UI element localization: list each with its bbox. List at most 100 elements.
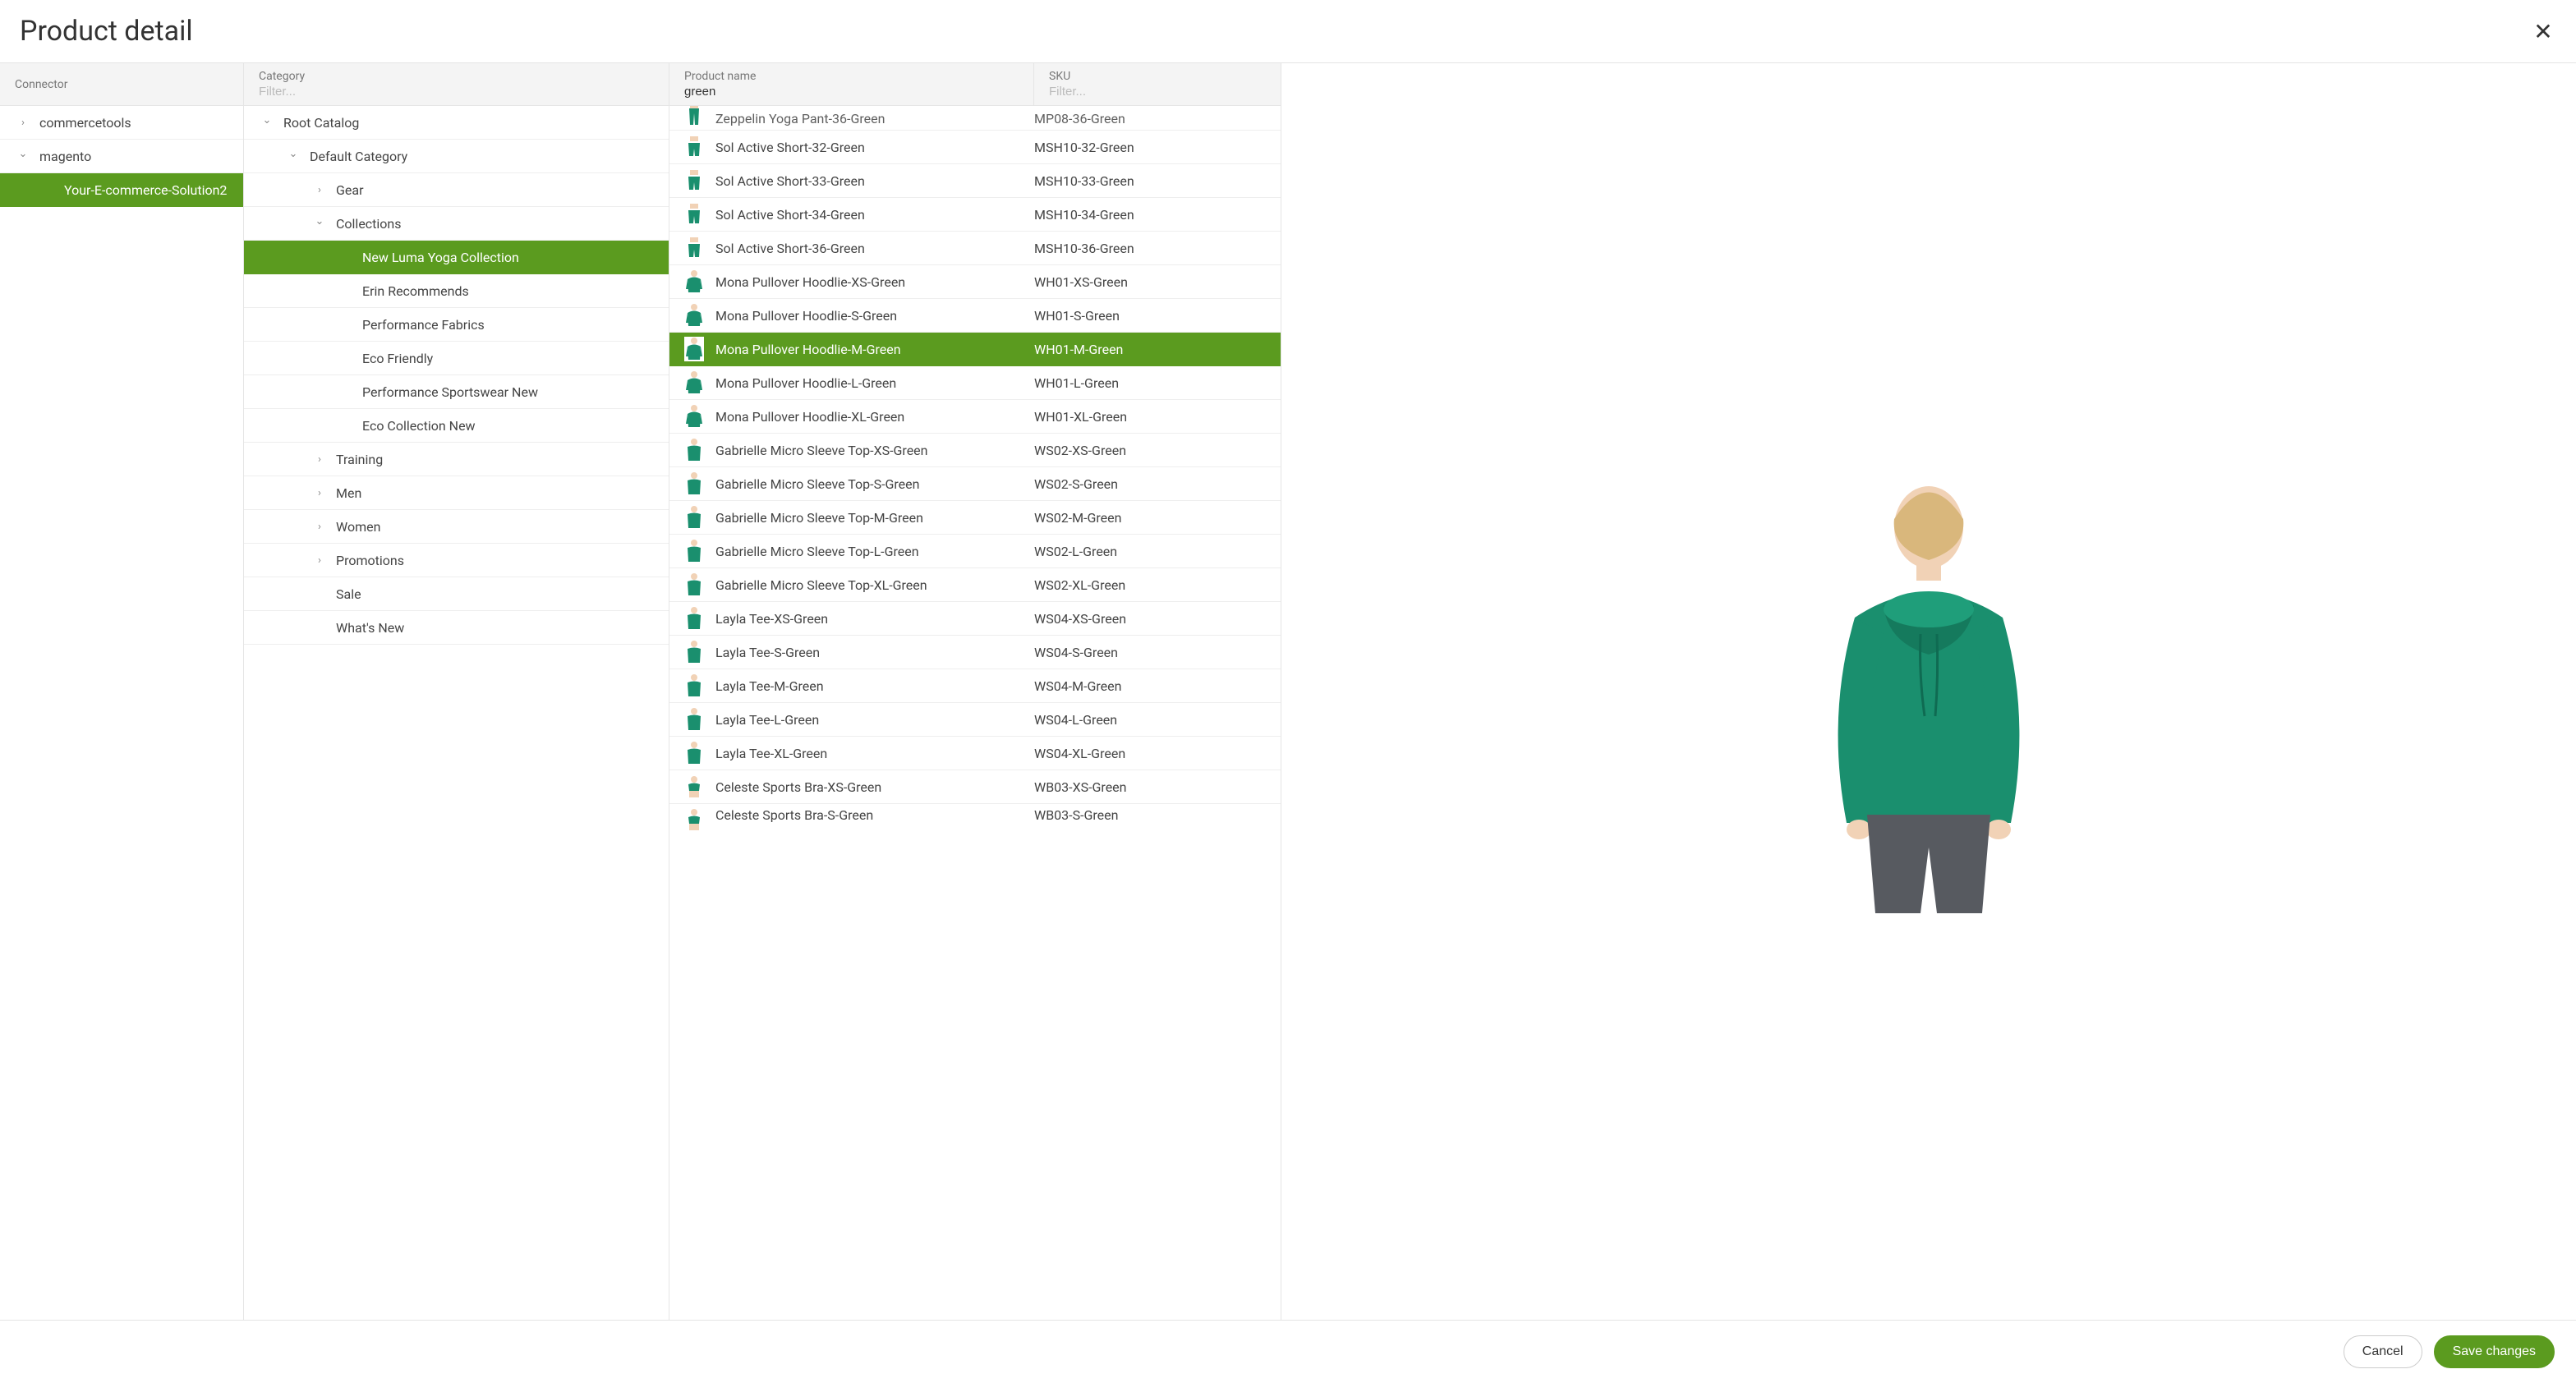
connector-item[interactable]: ⌄magento <box>0 140 243 173</box>
product-row[interactable]: Mona Pullover Hoodlie-S-GreenWH01-S-Gree… <box>669 299 1281 333</box>
product-row[interactable]: Sol Active Short-34-GreenMSH10-34-Green <box>669 198 1281 232</box>
product-row[interactable]: Sol Active Short-36-GreenMSH10-36-Green <box>669 232 1281 265</box>
product-thumb-icon <box>684 370 704 395</box>
category-item[interactable]: ›Women <box>244 510 669 544</box>
cancel-button[interactable]: Cancel <box>2344 1335 2422 1368</box>
product-name: Gabrielle Micro Sleeve Top-S-Green <box>715 476 1034 492</box>
product-name: Gabrielle Micro Sleeve Top-L-Green <box>715 544 1034 559</box>
product-sku: WS02-XS-Green <box>1034 443 1266 458</box>
product-row[interactable]: Layla Tee-S-GreenWS04-S-Green <box>669 636 1281 669</box>
product-sku: WS04-S-Green <box>1034 645 1266 660</box>
chevron-right-icon: › <box>311 184 328 196</box>
product-row[interactable]: Gabrielle Micro Sleeve Top-S-GreenWS02-S… <box>669 467 1281 501</box>
chevron-right-icon: › <box>311 554 328 567</box>
product-row[interactable]: Celeste Sports Bra-S-GreenWB03-S-Green <box>669 804 1281 832</box>
category-item[interactable]: Eco Friendly <box>244 342 669 375</box>
product-thumb-icon <box>684 337 704 361</box>
product-sku: WS02-XL-Green <box>1034 577 1266 593</box>
product-thumb-icon <box>684 236 704 260</box>
product-thumb-icon <box>684 202 704 227</box>
product-row[interactable]: Mona Pullover Hoodlie-XS-GreenWH01-XS-Gr… <box>669 265 1281 299</box>
product-column: Product name SKU Zeppelin Yoga Pant-36-G… <box>669 63 1281 1320</box>
connector-item[interactable]: Your-E-commerce-Solution2 <box>0 173 243 207</box>
chevron-down-icon: ⌄ <box>311 215 328 227</box>
connector-item[interactable]: ›commercetools <box>0 106 243 140</box>
product-sku: WH01-L-Green <box>1034 375 1266 391</box>
category-filter-input[interactable] <box>259 83 654 99</box>
dialog-title: Product detail <box>20 15 193 48</box>
category-item-label: Promotions <box>336 553 404 568</box>
product-thumb-icon <box>684 673 704 698</box>
category-item-label: Sale <box>336 586 361 602</box>
close-button[interactable]: ✕ <box>2530 18 2556 44</box>
product-sku: WS04-XS-Green <box>1034 611 1266 627</box>
product-name: Layla Tee-S-Green <box>715 645 1034 660</box>
product-row[interactable]: Layla Tee-L-GreenWS04-L-Green <box>669 703 1281 737</box>
category-item[interactable]: Erin Recommends <box>244 274 669 308</box>
product-thumb-icon <box>684 572 704 597</box>
product-thumb-icon <box>684 640 704 664</box>
category-item-label: Collections <box>336 216 402 232</box>
category-item[interactable]: New Luma Yoga Collection <box>244 241 669 274</box>
save-changes-button[interactable]: Save changes <box>2434 1335 2555 1368</box>
product-name-filter-input[interactable] <box>684 83 1019 99</box>
product-sku: WH01-XL-Green <box>1034 409 1266 425</box>
category-item-label: Training <box>336 452 383 467</box>
category-item[interactable]: ⌄Root Catalog <box>244 106 669 140</box>
product-name: Sol Active Short-36-Green <box>715 241 1034 256</box>
chevron-down-icon: ⌄ <box>15 148 31 160</box>
category-item[interactable]: Sale <box>244 577 669 611</box>
product-row[interactable]: Zeppelin Yoga Pant-36-GreenMP08-36-Green <box>669 106 1281 131</box>
connector-column: Connector ›commercetools⌄magentoYour-E-c… <box>0 63 244 1320</box>
product-sku: WS02-S-Green <box>1034 476 1266 492</box>
product-row[interactable]: Sol Active Short-32-GreenMSH10-32-Green <box>669 131 1281 164</box>
category-item[interactable]: Performance Sportswear New <box>244 375 669 409</box>
main-content: Connector ›commercetools⌄magentoYour-E-c… <box>0 63 2576 1321</box>
product-row[interactable]: Mona Pullover Hoodlie-XL-GreenWH01-XL-Gr… <box>669 400 1281 434</box>
product-row[interactable]: Layla Tee-M-GreenWS04-M-Green <box>669 669 1281 703</box>
product-thumb-icon <box>684 438 704 462</box>
category-item-label: Eco Collection New <box>362 418 476 434</box>
category-item[interactable]: ›Men <box>244 476 669 510</box>
product-row[interactable]: Gabrielle Micro Sleeve Top-M-GreenWS02-M… <box>669 501 1281 535</box>
product-name: Sol Active Short-33-Green <box>715 173 1034 189</box>
product-row[interactable]: Gabrielle Micro Sleeve Top-L-GreenWS02-L… <box>669 535 1281 568</box>
category-item-label: Default Category <box>310 149 407 164</box>
product-row[interactable]: Sol Active Short-33-GreenMSH10-33-Green <box>669 164 1281 198</box>
connector-item-label: commercetools <box>39 115 131 131</box>
product-thumb-icon <box>684 774 704 799</box>
sku-filter-input[interactable] <box>1049 83 1266 99</box>
product-name: Sol Active Short-34-Green <box>715 207 1034 223</box>
product-row[interactable]: Mona Pullover Hoodlie-M-GreenWH01-M-Gree… <box>669 333 1281 366</box>
product-thumb-icon <box>684 707 704 732</box>
product-row[interactable]: Mona Pullover Hoodlie-L-GreenWH01-L-Gree… <box>669 366 1281 400</box>
product-thumb-icon <box>684 269 704 294</box>
chevron-right-icon: › <box>311 453 328 466</box>
product-row[interactable]: Gabrielle Micro Sleeve Top-XS-GreenWS02-… <box>669 434 1281 467</box>
product-name: Layla Tee-L-Green <box>715 712 1034 728</box>
product-sku: WS04-M-Green <box>1034 678 1266 694</box>
product-sku: WS04-L-Green <box>1034 712 1266 728</box>
category-item[interactable]: › Training <box>244 443 669 476</box>
product-sku: WH01-M-Green <box>1034 342 1266 357</box>
chevron-right-icon: › <box>311 487 328 499</box>
product-row[interactable]: Gabrielle Micro Sleeve Top-XL-GreenWS02-… <box>669 568 1281 602</box>
product-row[interactable]: Layla Tee-XL-GreenWS04-XL-Green <box>669 737 1281 770</box>
product-sku: MSH10-32-Green <box>1034 140 1266 155</box>
category-item[interactable]: ⌄ Collections <box>244 207 669 241</box>
category-item[interactable]: ›Gear <box>244 173 669 207</box>
product-row[interactable]: Celeste Sports Bra-XS-GreenWB03-XS-Green <box>669 770 1281 804</box>
product-name: Celeste Sports Bra-XS-Green <box>715 779 1034 795</box>
product-sku: WS02-L-Green <box>1034 544 1266 559</box>
category-item[interactable]: What's New <box>244 611 669 645</box>
category-item[interactable]: ⌄ Default Category <box>244 140 669 173</box>
product-list[interactable]: Zeppelin Yoga Pant-36-GreenMP08-36-Green… <box>669 106 1281 1320</box>
product-thumb-icon <box>684 404 704 429</box>
product-name: Mona Pullover Hoodlie-S-Green <box>715 308 1034 324</box>
category-item[interactable]: Eco Collection New <box>244 409 669 443</box>
product-sku: MSH10-33-Green <box>1034 173 1266 189</box>
category-item[interactable]: › Promotions <box>244 544 669 577</box>
product-row[interactable]: Layla Tee-XS-GreenWS04-XS-Green <box>669 602 1281 636</box>
category-item[interactable]: Performance Fabrics <box>244 308 669 342</box>
chevron-down-icon: ⌄ <box>285 148 301 160</box>
